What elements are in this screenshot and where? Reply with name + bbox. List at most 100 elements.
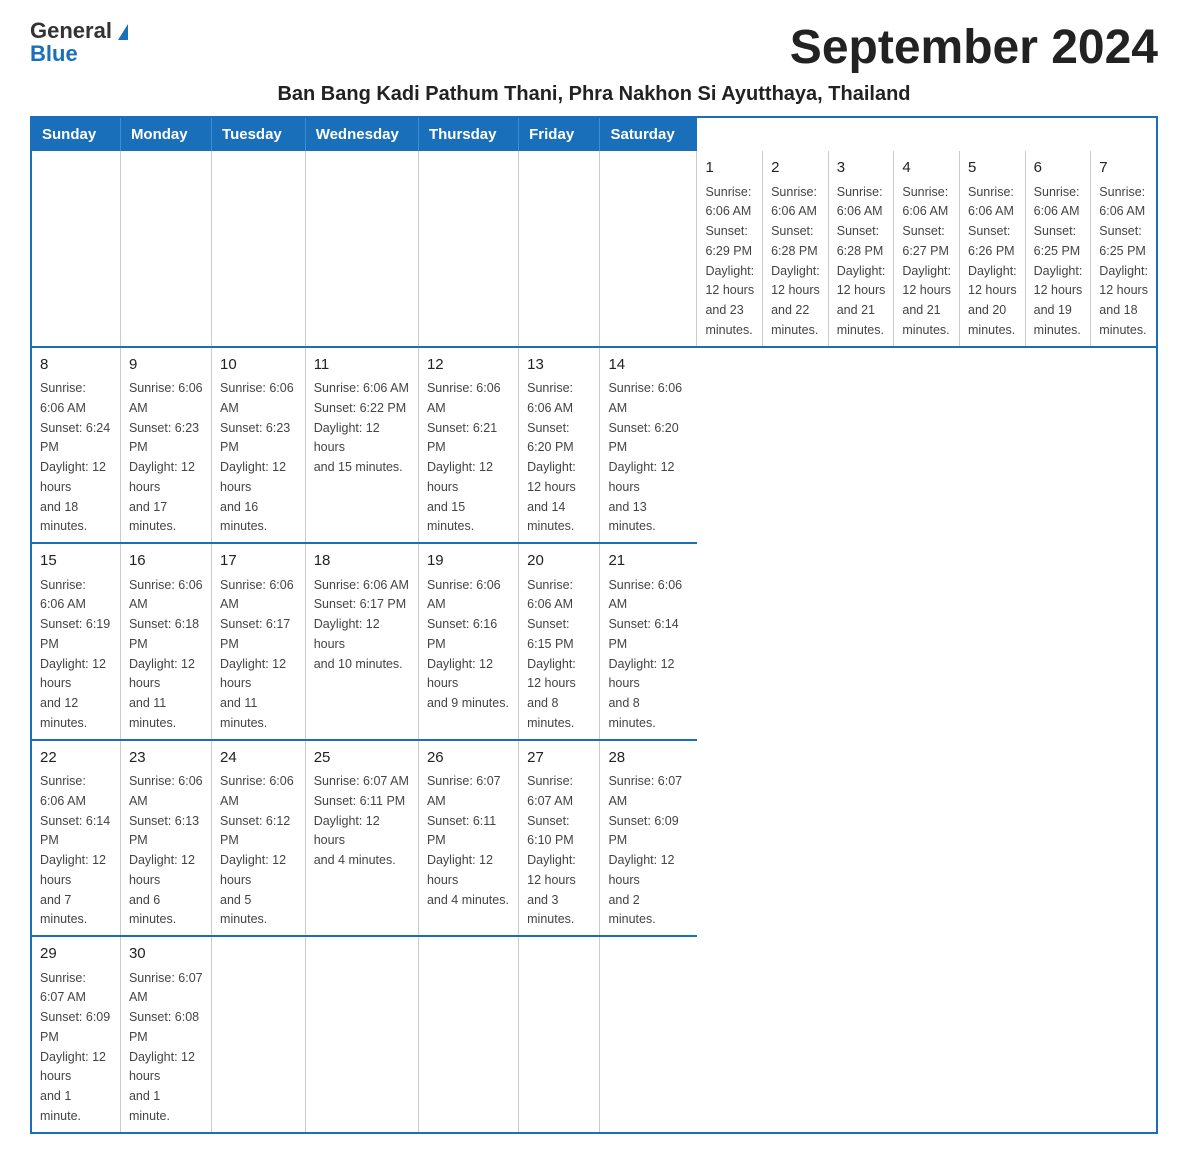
calendar-day-cell — [519, 151, 600, 347]
calendar-day-cell: 14 Sunrise: 6:06 AMSunset: 6:20 PMDaylig… — [600, 347, 697, 544]
calendar-day-cell — [212, 151, 306, 347]
calendar-day-cell — [31, 151, 120, 347]
day-info: Sunrise: 6:07 AMSunset: 6:11 PMDaylight:… — [427, 774, 509, 907]
calendar-day-cell: 11 Sunrise: 6:06 AMSunset: 6:22 PMDaylig… — [305, 347, 418, 544]
day-number: 7 — [1099, 157, 1148, 180]
day-number: 15 — [40, 550, 112, 573]
day-number: 12 — [427, 354, 510, 377]
day-number: 17 — [220, 550, 297, 573]
day-info: Sunrise: 6:06 AMSunset: 6:25 PMDaylight:… — [1034, 185, 1083, 337]
day-info: Sunrise: 6:06 AMSunset: 6:21 PMDaylight:… — [427, 381, 501, 533]
day-number: 24 — [220, 747, 297, 770]
day-info: Sunrise: 6:06 AMSunset: 6:22 PMDaylight:… — [314, 381, 409, 474]
calendar-day-cell: 2 Sunrise: 6:06 AMSunset: 6:28 PMDayligh… — [763, 151, 829, 347]
day-info: Sunrise: 6:06 AMSunset: 6:24 PMDaylight:… — [40, 381, 110, 533]
calendar-day-cell: 22 Sunrise: 6:06 AMSunset: 6:14 PMDaylig… — [31, 740, 120, 937]
column-header-sunday: Sunday — [31, 117, 120, 151]
calendar-day-cell: 13 Sunrise: 6:06 AMSunset: 6:20 PMDaylig… — [519, 347, 600, 544]
calendar-week-row: 15 Sunrise: 6:06 AMSunset: 6:19 PMDaylig… — [31, 543, 1157, 740]
day-info: Sunrise: 6:06 AMSunset: 6:15 PMDaylight:… — [527, 578, 576, 730]
calendar-day-cell: 16 Sunrise: 6:06 AMSunset: 6:18 PMDaylig… — [120, 543, 211, 740]
day-number: 29 — [40, 943, 112, 966]
calendar-day-cell: 4 Sunrise: 6:06 AMSunset: 6:27 PMDayligh… — [894, 151, 960, 347]
day-number: 21 — [608, 550, 688, 573]
column-header-wednesday: Wednesday — [305, 117, 418, 151]
day-info: Sunrise: 6:07 AMSunset: 6:09 PMDaylight:… — [40, 971, 110, 1123]
calendar-day-cell — [120, 151, 211, 347]
calendar-table: SundayMondayTuesdayWednesdayThursdayFrid… — [30, 116, 1158, 1134]
day-number: 1 — [705, 157, 754, 180]
calendar-day-cell — [305, 151, 418, 347]
day-info: Sunrise: 6:06 AMSunset: 6:23 PMDaylight:… — [220, 381, 294, 533]
logo-triangle-icon — [118, 24, 128, 40]
logo: General Blue — [30, 20, 128, 66]
day-info: Sunrise: 6:06 AMSunset: 6:18 PMDaylight:… — [129, 578, 203, 730]
day-number: 28 — [608, 747, 688, 770]
calendar-day-cell: 29 Sunrise: 6:07 AMSunset: 6:09 PMDaylig… — [31, 936, 120, 1133]
day-number: 19 — [427, 550, 510, 573]
calendar-day-cell: 19 Sunrise: 6:06 AMSunset: 6:16 PMDaylig… — [418, 543, 518, 740]
calendar-day-cell — [600, 936, 697, 1133]
day-number: 8 — [40, 354, 112, 377]
day-info: Sunrise: 6:06 AMSunset: 6:23 PMDaylight:… — [129, 381, 203, 533]
calendar-week-row: 8 Sunrise: 6:06 AMSunset: 6:24 PMDayligh… — [31, 347, 1157, 544]
calendar-day-cell: 23 Sunrise: 6:06 AMSunset: 6:13 PMDaylig… — [120, 740, 211, 937]
day-info: Sunrise: 6:07 AMSunset: 6:09 PMDaylight:… — [608, 774, 682, 926]
calendar-day-cell: 27 Sunrise: 6:07 AMSunset: 6:10 PMDaylig… — [519, 740, 600, 937]
page-header: General Blue September 2024 — [30, 20, 1158, 75]
calendar-day-cell: 3 Sunrise: 6:06 AMSunset: 6:28 PMDayligh… — [828, 151, 894, 347]
day-info: Sunrise: 6:07 AMSunset: 6:10 PMDaylight:… — [527, 774, 576, 926]
day-info: Sunrise: 6:06 AMSunset: 6:28 PMDaylight:… — [837, 185, 886, 337]
day-info: Sunrise: 6:06 AMSunset: 6:25 PMDaylight:… — [1099, 185, 1148, 337]
calendar-day-cell: 18 Sunrise: 6:06 AMSunset: 6:17 PMDaylig… — [305, 543, 418, 740]
logo-general-row: General — [30, 20, 128, 43]
calendar-day-cell: 8 Sunrise: 6:06 AMSunset: 6:24 PMDayligh… — [31, 347, 120, 544]
calendar-day-cell: 9 Sunrise: 6:06 AMSunset: 6:23 PMDayligh… — [120, 347, 211, 544]
day-info: Sunrise: 6:06 AMSunset: 6:28 PMDaylight:… — [771, 185, 820, 337]
calendar-day-cell: 24 Sunrise: 6:06 AMSunset: 6:12 PMDaylig… — [212, 740, 306, 937]
day-info: Sunrise: 6:06 AMSunset: 6:27 PMDaylight:… — [902, 185, 951, 337]
day-info: Sunrise: 6:07 AMSunset: 6:08 PMDaylight:… — [129, 971, 203, 1123]
day-info: Sunrise: 6:06 AMSunset: 6:14 PMDaylight:… — [608, 578, 682, 730]
column-header-monday: Monday — [120, 117, 211, 151]
day-info: Sunrise: 6:07 AMSunset: 6:11 PMDaylight:… — [314, 774, 409, 867]
calendar-day-cell — [212, 936, 306, 1133]
column-header-tuesday: Tuesday — [212, 117, 306, 151]
day-number: 23 — [129, 747, 203, 770]
calendar-day-cell: 1 Sunrise: 6:06 AMSunset: 6:29 PMDayligh… — [697, 151, 763, 347]
day-info: Sunrise: 6:06 AMSunset: 6:19 PMDaylight:… — [40, 578, 110, 730]
calendar-day-cell: 6 Sunrise: 6:06 AMSunset: 6:25 PMDayligh… — [1025, 151, 1091, 347]
day-info: Sunrise: 6:06 AMSunset: 6:12 PMDaylight:… — [220, 774, 294, 926]
day-info: Sunrise: 6:06 AMSunset: 6:13 PMDaylight:… — [129, 774, 203, 926]
day-info: Sunrise: 6:06 AMSunset: 6:20 PMDaylight:… — [527, 381, 576, 533]
calendar-day-cell — [418, 151, 518, 347]
day-number: 14 — [608, 354, 688, 377]
calendar-day-cell — [519, 936, 600, 1133]
day-number: 5 — [968, 157, 1017, 180]
calendar-day-cell — [600, 151, 697, 347]
column-header-thursday: Thursday — [418, 117, 518, 151]
day-number: 27 — [527, 747, 591, 770]
day-number: 10 — [220, 354, 297, 377]
calendar-day-cell: 5 Sunrise: 6:06 AMSunset: 6:26 PMDayligh… — [960, 151, 1026, 347]
calendar-day-cell: 28 Sunrise: 6:07 AMSunset: 6:09 PMDaylig… — [600, 740, 697, 937]
day-number: 3 — [837, 157, 886, 180]
day-number: 26 — [427, 747, 510, 770]
column-header-saturday: Saturday — [600, 117, 697, 151]
day-info: Sunrise: 6:06 AMSunset: 6:16 PMDaylight:… — [427, 578, 509, 711]
day-info: Sunrise: 6:06 AMSunset: 6:14 PMDaylight:… — [40, 774, 110, 926]
day-number: 6 — [1034, 157, 1083, 180]
day-number: 13 — [527, 354, 591, 377]
calendar-week-row: 22 Sunrise: 6:06 AMSunset: 6:14 PMDaylig… — [31, 740, 1157, 937]
day-number: 20 — [527, 550, 591, 573]
calendar-day-cell — [418, 936, 518, 1133]
column-header-friday: Friday — [519, 117, 600, 151]
day-number: 4 — [902, 157, 951, 180]
day-number: 16 — [129, 550, 203, 573]
day-number: 22 — [40, 747, 112, 770]
calendar-week-row: 1 Sunrise: 6:06 AMSunset: 6:29 PMDayligh… — [31, 151, 1157, 347]
calendar-day-cell: 25 Sunrise: 6:07 AMSunset: 6:11 PMDaylig… — [305, 740, 418, 937]
location-title: Ban Bang Kadi Pathum Thani, Phra Nakhon … — [30, 83, 1158, 106]
day-number: 11 — [314, 354, 410, 377]
logo-blue-row: Blue — [30, 43, 78, 66]
